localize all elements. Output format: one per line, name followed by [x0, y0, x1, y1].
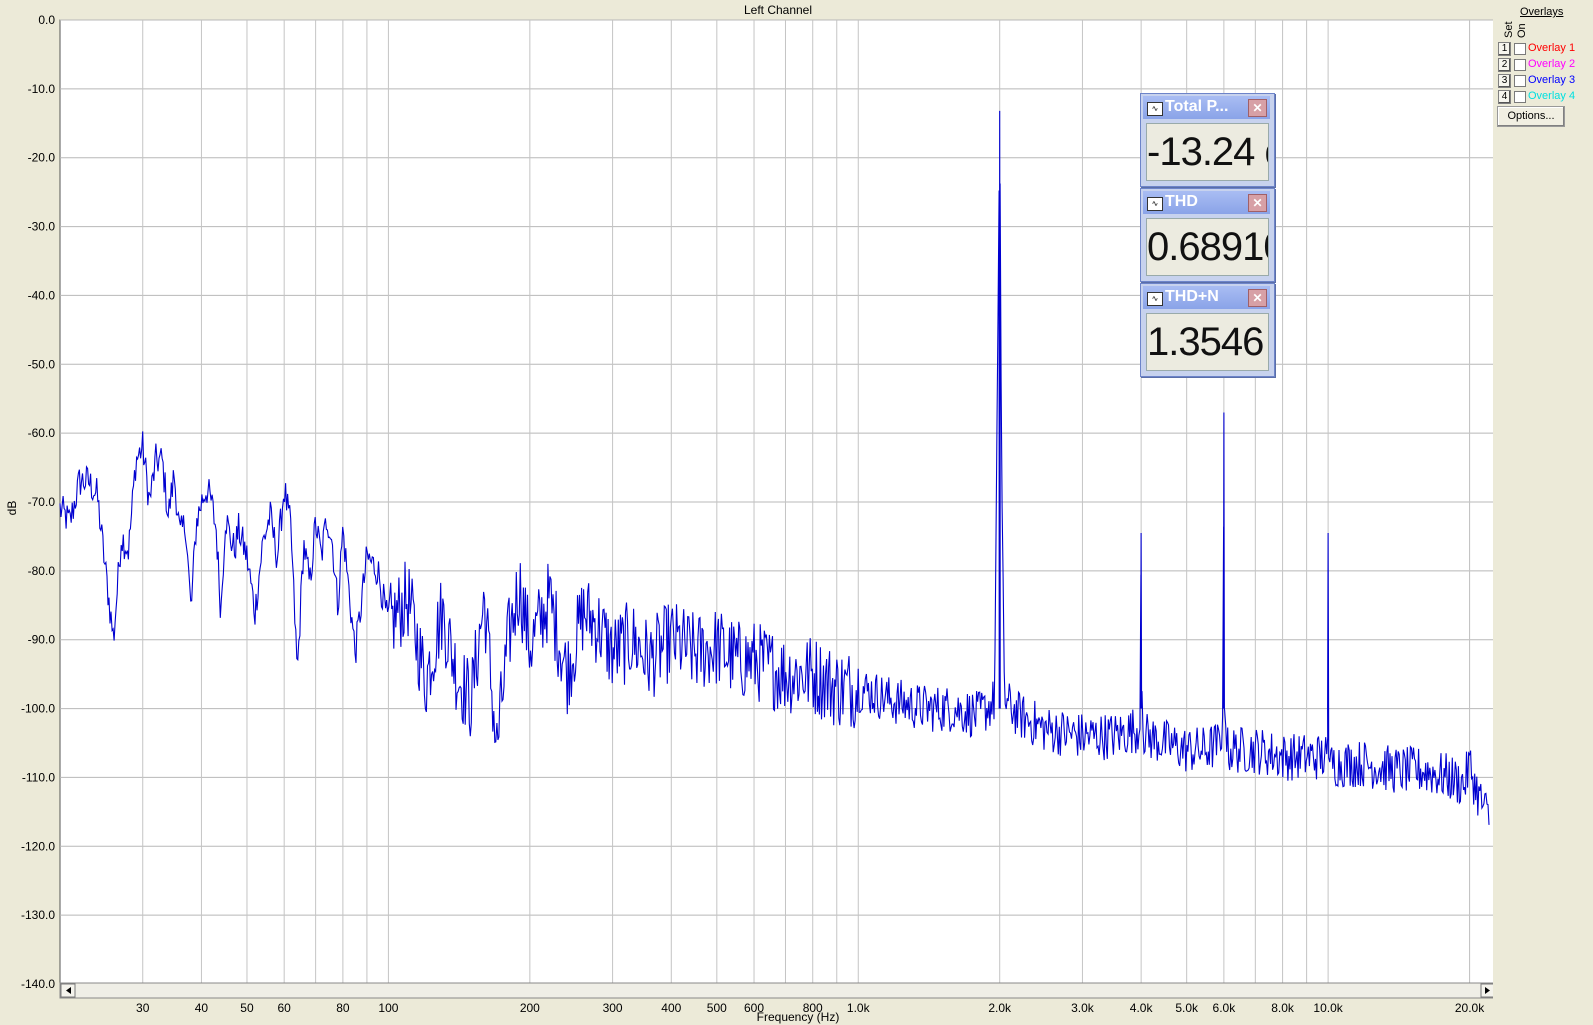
horizontal-scrollbar[interactable] [59, 982, 1493, 999]
overlays-title: Overlays [1520, 6, 1564, 18]
meter-title: THD+N [1165, 288, 1219, 305]
x-tick-label: 10.0k [1313, 1001, 1343, 1015]
overlay-label-1: Overlay 1 [1528, 42, 1576, 54]
meter-titlebar[interactable]: ∿ THD ✕ [1143, 191, 1270, 214]
x-tick-label: 1.0k [847, 1001, 871, 1015]
y-tick-label: -30.0 [28, 220, 56, 234]
x-tick-label: 40 [195, 1001, 209, 1015]
y-tick-label: -20.0 [28, 151, 56, 165]
y-tick-label: 0.0 [38, 13, 55, 27]
x-tick-label: 20.0k [1455, 1001, 1485, 1015]
y-tick-label: -40.0 [28, 288, 56, 302]
overlay-set-button-1[interactable]: 1 [1498, 42, 1511, 56]
meter-icon: ∿ [1147, 292, 1163, 306]
meter-thd[interactable]: ∿ THD ✕ 0.68910 % [1140, 188, 1275, 282]
x-axis-label: Frequency (Hz) [757, 1010, 840, 1024]
overlay-on-checkbox-4[interactable] [1514, 91, 1526, 103]
chart-title: Left Channel [744, 3, 812, 17]
y-tick-label: -140.0 [21, 977, 55, 991]
y-tick-label: -110.0 [22, 770, 55, 784]
x-tick-label: 30 [136, 1001, 150, 1015]
x-tick-label: 3.0k [1071, 1001, 1095, 1015]
x-tick-label: 4.0k [1130, 1001, 1154, 1015]
overlay-on-checkbox-3[interactable] [1514, 75, 1526, 87]
meter-value: -13.24 dB [1146, 123, 1269, 181]
set-column-label: Set [1503, 21, 1515, 38]
overlay-label-2: Overlay 2 [1528, 58, 1576, 70]
x-tick-label: 100 [378, 1001, 398, 1015]
overlay-on-checkbox-1[interactable] [1514, 43, 1526, 55]
y-tick-label: -100.0 [21, 702, 55, 716]
analyzer-window: Left Channel 0.0 -10.0 -20.0 -30.0 -40.0 -50.… [0, 0, 1593, 1025]
close-icon[interactable]: ✕ [1248, 99, 1267, 117]
overlay-label-4: Overlay 4 [1528, 90, 1576, 102]
meter-titlebar[interactable]: ∿ Total P... ✕ [1143, 96, 1270, 119]
on-column-label: On [1516, 23, 1528, 38]
overlay-row-1: 1 Overlay 1 [1493, 42, 1593, 57]
x-tick-label: 6.0k [1213, 1001, 1237, 1015]
x-tick-label: 60 [277, 1001, 291, 1015]
y-tick-label: -90.0 [28, 633, 56, 647]
x-tick-label: 400 [661, 1001, 681, 1015]
overlays-panel: Overlays Set On 1 Overlay 1 2 Overlay 2 … [1493, 0, 1593, 1025]
meter-total-power[interactable]: ∿ Total P... ✕ -13.24 dB [1140, 93, 1275, 187]
x-tick-label: 2.0k [988, 1001, 1012, 1015]
y-tick-labels: 0.0 -10.0 -20.0 -30.0 -40.0 -50.0 -60.0 -70.0 -8… [21, 13, 55, 991]
meter-titlebar[interactable]: ∿ THD+N ✕ [1143, 286, 1270, 309]
x-tick-label: 5.0k [1175, 1001, 1199, 1015]
meter-icon: ∿ [1147, 197, 1163, 211]
y-tick-label: -130.0 [21, 908, 55, 922]
meter-value: 1.3546 % [1146, 313, 1269, 371]
y-tick-label: -70.0 [28, 495, 56, 509]
overlay-set-button-4[interactable]: 4 [1498, 90, 1511, 104]
meter-title: Total P... [1165, 98, 1229, 115]
x-tick-label: 300 [603, 1001, 623, 1015]
overlay-set-button-2[interactable]: 2 [1498, 58, 1511, 72]
close-icon[interactable]: ✕ [1248, 289, 1267, 307]
options-button[interactable]: Options... [1497, 106, 1565, 127]
close-icon[interactable]: ✕ [1248, 194, 1267, 212]
y-axis-label: dB [5, 501, 19, 516]
meter-title: THD [1165, 193, 1198, 210]
meter-value: 0.68910 % [1146, 218, 1269, 276]
overlay-row-4: 4 Overlay 4 [1493, 90, 1593, 105]
x-tick-label: 50 [240, 1001, 254, 1015]
y-tick-label: -60.0 [28, 426, 56, 440]
overlay-set-button-3[interactable]: 3 [1498, 74, 1511, 88]
meter-icon: ∿ [1147, 102, 1163, 116]
x-tick-label: 80 [336, 1001, 350, 1015]
y-tick-label: -10.0 [28, 82, 56, 96]
overlay-row-3: 3 Overlay 3 [1493, 74, 1593, 89]
meter-thd-n[interactable]: ∿ THD+N ✕ 1.3546 % [1140, 283, 1275, 377]
overlay-row-2: 2 Overlay 2 [1493, 58, 1593, 73]
x-tick-label: 8.0k [1271, 1001, 1295, 1015]
x-tick-label: 200 [520, 1001, 540, 1015]
overlay-on-checkbox-2[interactable] [1514, 59, 1526, 71]
overlay-label-3: Overlay 3 [1528, 74, 1576, 86]
y-tick-label: -50.0 [28, 357, 56, 371]
y-tick-label: -120.0 [21, 839, 55, 853]
x-tick-label: 500 [707, 1001, 727, 1015]
y-tick-label: -80.0 [28, 564, 56, 578]
